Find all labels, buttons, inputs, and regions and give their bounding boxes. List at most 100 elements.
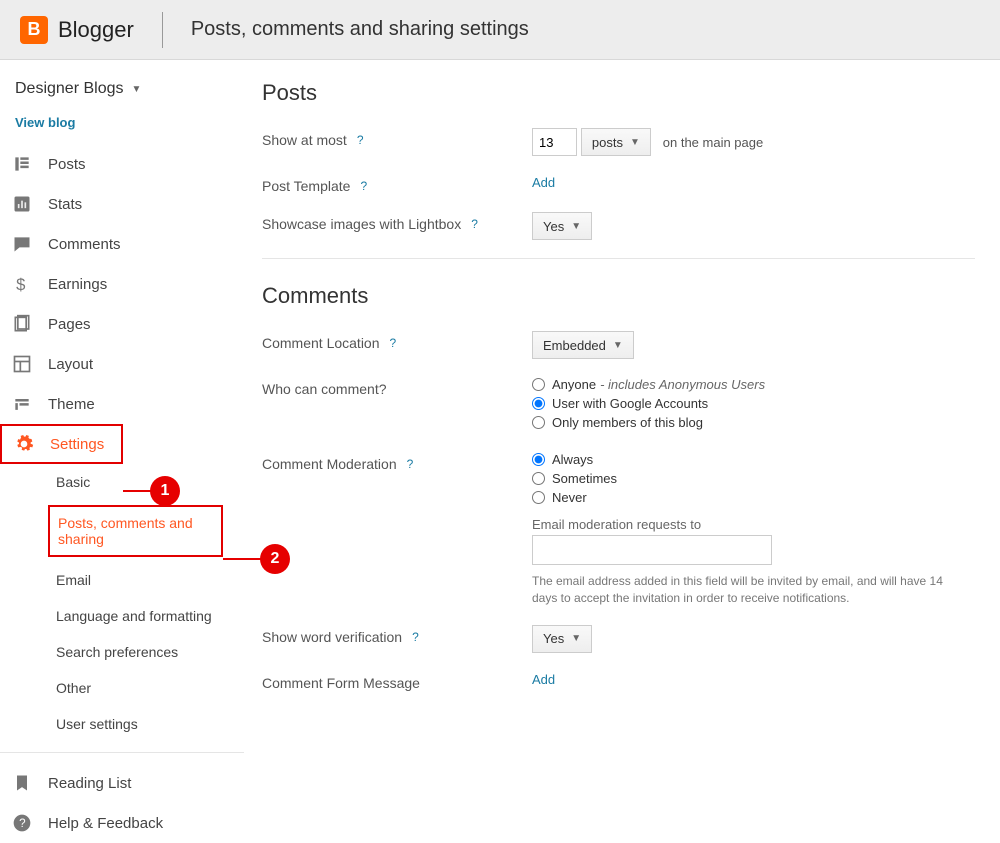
- radio-input[interactable]: [532, 453, 545, 466]
- sidebar: Designer Blogs ▼ View blog Posts Stats C…: [0, 60, 244, 843]
- row-comment-moderation: Comment Moderation ? Always Sometimes N: [262, 452, 975, 607]
- sidebar-item-label: Theme: [48, 396, 95, 413]
- radio-anyone[interactable]: Anyone - includes Anonymous Users: [532, 377, 975, 392]
- annotation-circle-2: 2: [260, 544, 290, 574]
- sidebar-item-label: Stats: [48, 196, 82, 213]
- radio-label: Never: [552, 490, 587, 505]
- help-icon[interactable]: ?: [471, 217, 478, 231]
- sidebar-item-reading-list[interactable]: Reading List: [0, 763, 244, 803]
- sidebar-item-label: Settings: [50, 436, 104, 453]
- comment-form-message-label: Comment Form Message: [262, 675, 420, 691]
- blogger-logo-text: Blogger: [58, 17, 134, 43]
- help-icon[interactable]: ?: [357, 133, 364, 147]
- radio-label: Always: [552, 452, 593, 467]
- sidebar-item-theme[interactable]: Theme: [0, 384, 244, 424]
- posts-section-title: Posts: [262, 80, 975, 106]
- sidebar-item-stats[interactable]: Stats: [0, 184, 244, 224]
- sidebar-item-pages[interactable]: Pages: [0, 304, 244, 344]
- show-at-most-label: Show at most: [262, 132, 347, 148]
- comment-location-label: Comment Location: [262, 335, 380, 351]
- word-verification-dropdown[interactable]: Yes ▼: [532, 625, 592, 653]
- subnav-language[interactable]: Language and formatting: [48, 598, 244, 634]
- help-icon[interactable]: ?: [407, 457, 414, 471]
- sidebar-item-earnings[interactable]: $ Earnings: [0, 264, 244, 304]
- annotation-circle-1: 1: [150, 476, 180, 506]
- blog-name: Designer Blogs: [15, 80, 124, 98]
- annotation-connector: [123, 490, 153, 492]
- sidebar-item-label: Comments: [48, 236, 121, 253]
- sidebar-item-label: Help & Feedback: [48, 815, 163, 832]
- sidebar-item-label: Reading List: [48, 775, 131, 792]
- svg-text:?: ?: [19, 817, 26, 830]
- page-header: B Blogger Posts, comments and sharing se…: [0, 0, 1000, 60]
- help-icon[interactable]: ?: [412, 630, 419, 644]
- row-who-can-comment: Who can comment? Anyone - includes Anony…: [262, 377, 975, 434]
- subnav-user[interactable]: User settings: [48, 706, 244, 742]
- radio-input[interactable]: [532, 397, 545, 410]
- radio-label: Only members of this blog: [552, 415, 703, 430]
- subnav-search[interactable]: Search preferences: [48, 634, 244, 670]
- row-show-at-most: Show at most ? posts ▼ on the main page: [262, 128, 975, 156]
- radio-google[interactable]: User with Google Accounts: [532, 396, 975, 411]
- blog-selector-dropdown[interactable]: Designer Blogs ▼: [0, 75, 244, 103]
- posts-icon: [10, 154, 34, 174]
- page-title: Posts, comments and sharing settings: [191, 18, 529, 41]
- help-icon: ?: [10, 813, 34, 833]
- radio-always[interactable]: Always: [532, 452, 975, 467]
- radio-label: User with Google Accounts: [552, 396, 708, 411]
- comment-moderation-label: Comment Moderation: [262, 456, 397, 472]
- subnav-email[interactable]: Email: [48, 562, 244, 598]
- radio-note: - includes Anonymous Users: [600, 377, 765, 392]
- chevron-down-icon: ▼: [613, 340, 623, 351]
- email-moderation-input[interactable]: [532, 535, 772, 565]
- comment-location-dropdown[interactable]: Embedded ▼: [532, 331, 634, 359]
- sidebar-item-posts[interactable]: Posts: [0, 144, 244, 184]
- row-lightbox: Showcase images with Lightbox ? Yes ▼: [262, 212, 975, 240]
- sidebar-item-label: Layout: [48, 356, 93, 373]
- chevron-down-icon: ▼: [132, 84, 142, 95]
- blogger-logo-icon: B: [20, 16, 48, 44]
- post-count-input[interactable]: [532, 128, 577, 156]
- radio-input[interactable]: [532, 378, 545, 391]
- row-comment-form-message: Comment Form Message Add: [262, 671, 975, 691]
- post-unit-dropdown[interactable]: posts ▼: [581, 128, 651, 156]
- annotation-connector: [223, 558, 263, 560]
- subnav-basic[interactable]: Basic: [48, 464, 244, 500]
- sidebar-item-label: Posts: [48, 156, 86, 173]
- radio-input[interactable]: [532, 416, 545, 429]
- radio-label: Anyone: [552, 377, 596, 392]
- add-form-message-link[interactable]: Add: [532, 672, 555, 687]
- sidebar-item-layout[interactable]: Layout: [0, 344, 244, 384]
- bookmark-icon: [10, 773, 34, 793]
- lightbox-dropdown[interactable]: Yes ▼: [532, 212, 592, 240]
- chevron-down-icon: ▼: [571, 633, 581, 644]
- help-icon[interactable]: ?: [390, 336, 397, 350]
- radio-sometimes[interactable]: Sometimes: [532, 471, 975, 486]
- radio-label: Sometimes: [552, 471, 617, 486]
- section-divider: [262, 258, 975, 259]
- comments-section-title: Comments: [262, 283, 975, 309]
- email-moderation-label: Email moderation requests to: [532, 517, 975, 532]
- sidebar-item-settings[interactable]: Settings: [0, 424, 123, 464]
- subnav-other[interactable]: Other: [48, 670, 244, 706]
- sidebar-item-help[interactable]: ? Help & Feedback: [0, 803, 244, 843]
- svg-text:$: $: [16, 275, 25, 294]
- view-blog-link[interactable]: View blog: [0, 103, 244, 144]
- sidebar-item-comments[interactable]: Comments: [0, 224, 244, 264]
- radio-members[interactable]: Only members of this blog: [532, 415, 975, 430]
- add-post-template-link[interactable]: Add: [532, 175, 555, 190]
- radio-input[interactable]: [532, 472, 545, 485]
- pages-icon: [10, 314, 34, 334]
- comments-icon: [10, 234, 34, 254]
- header-divider: [162, 12, 163, 48]
- help-icon[interactable]: ?: [360, 179, 367, 193]
- settings-subnav: Basic Posts, comments and sharing Email …: [0, 464, 244, 742]
- word-verification-label: Show word verification: [262, 629, 402, 645]
- radio-never[interactable]: Never: [532, 490, 975, 505]
- chevron-down-icon: ▼: [630, 137, 640, 148]
- post-template-label: Post Template: [262, 178, 350, 194]
- subnav-posts-comments[interactable]: Posts, comments and sharing: [48, 505, 223, 557]
- radio-input[interactable]: [532, 491, 545, 504]
- gear-icon: [12, 434, 36, 454]
- email-moderation-note: The email address added in this field wi…: [532, 573, 962, 607]
